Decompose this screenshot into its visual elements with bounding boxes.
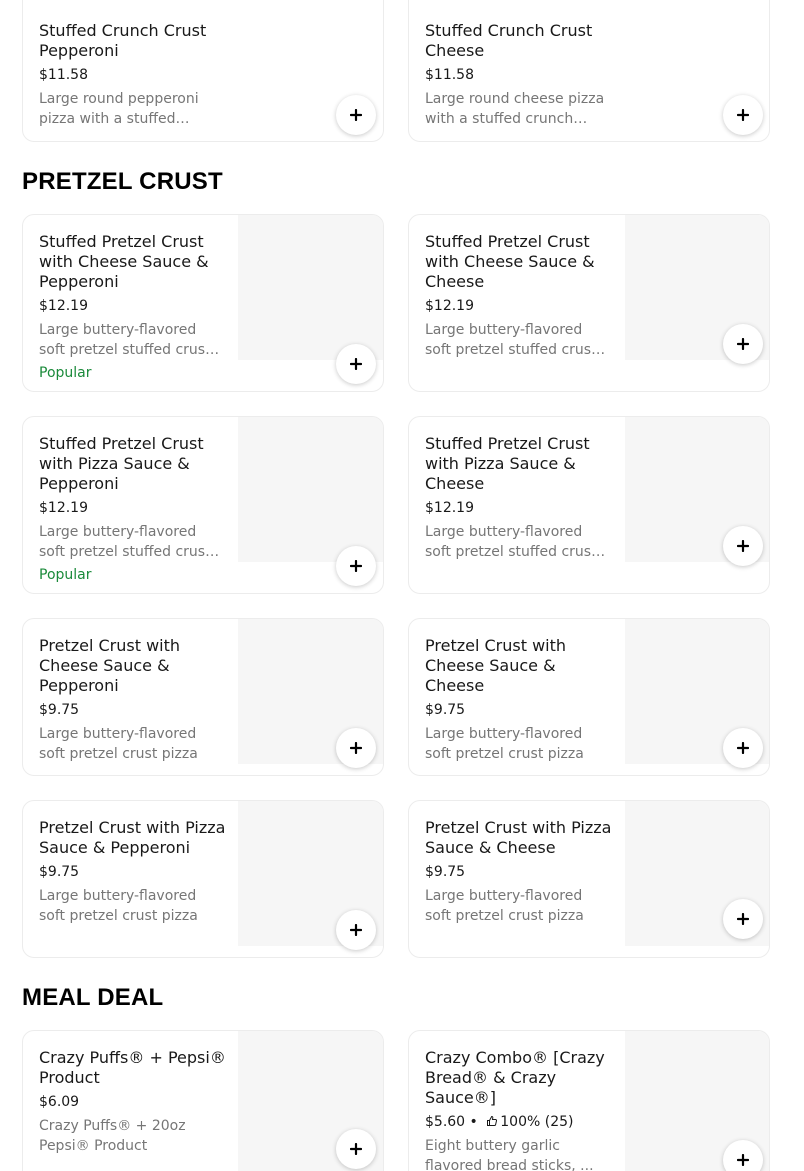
menu-item-card[interactable]: Stuffed Pretzel Crust with Pizza Sauce &…: [408, 416, 770, 594]
menu-item-card[interactable]: Crazy Combo® [Crazy Bread® & Crazy Sauce…: [408, 1030, 770, 1171]
item-name: Stuffed Crunch Crust Pepperoni: [39, 21, 207, 60]
section-title-meal-deal: MEAL DEAL: [22, 984, 164, 1011]
add-to-cart-button[interactable]: [336, 344, 376, 384]
menu-item-card[interactable]: Stuffed Crunch Crust Pepperoni $11.58 La…: [22, 0, 384, 142]
separator-dot: •: [469, 1114, 483, 1130]
item-price: $12.19: [425, 500, 474, 516]
item-description: Large buttery-flavored soft pretzel stuf…: [425, 524, 597, 560]
item-name: Stuffed Pretzel Crust with Pizza Sauce &…: [425, 434, 590, 493]
item-name: Stuffed Crunch Crust Cheese: [425, 21, 593, 60]
item-rating: 100% (25): [500, 1114, 574, 1130]
item-price: $12.19: [425, 298, 474, 314]
item-description: Large round pepperoni pizza with a stuff…: [39, 91, 199, 127]
item-price: $9.75: [39, 864, 80, 880]
plus-icon: [737, 109, 749, 121]
menu-item-card[interactable]: Stuffed Pretzel Crust with Cheese Sauce …: [408, 214, 770, 392]
plus-icon: [737, 1154, 749, 1166]
item-name: Pretzel Crust with Cheese Sauce & Pepper…: [39, 636, 181, 695]
plus-icon: [737, 742, 749, 754]
item-price: $6.09: [39, 1094, 80, 1110]
menu-item-card[interactable]: Pretzel Crust with Cheese Sauce & Cheese…: [408, 618, 770, 776]
item-name: Stuffed Pretzel Crust with Cheese Sauce …: [39, 232, 209, 291]
plus-icon: [350, 560, 362, 572]
add-to-cart-button[interactable]: [723, 728, 763, 768]
item-price: $11.58: [425, 67, 474, 83]
item-price: $12.19: [39, 500, 88, 516]
menu-item-card[interactable]: Stuffed Pretzel Crust with Pizza Sauce &…: [22, 416, 384, 594]
item-description: Crazy Puffs® + 20oz Pepsi® Product: [39, 1118, 186, 1154]
add-to-cart-button[interactable]: [336, 910, 376, 950]
item-name: Crazy Puffs® + Pepsi® Product: [39, 1048, 226, 1087]
item-price: $12.19: [39, 298, 88, 314]
add-to-cart-button[interactable]: [336, 728, 376, 768]
item-price-rating: $5.60 • 100% (25): [425, 1113, 615, 1131]
menu-item-card[interactable]: Pretzel Crust with Pizza Sauce & Cheese …: [408, 800, 770, 958]
item-name: Stuffed Pretzel Crust with Pizza Sauce &…: [39, 434, 204, 493]
item-description: Eight buttery garlic flavored bread stic…: [425, 1138, 594, 1171]
section-title-pretzel-crust: PRETZEL CRUST: [22, 168, 223, 195]
plus-icon: [350, 109, 362, 121]
item-description: Large buttery-flavored soft pretzel crus…: [425, 888, 584, 924]
item-price: $5.60: [425, 1114, 466, 1130]
menu-item-card[interactable]: Stuffed Pretzel Crust with Cheese Sauce …: [22, 214, 384, 392]
item-description: Large buttery-flavored soft pretzel stuf…: [39, 322, 211, 358]
add-to-cart-button[interactable]: [723, 526, 763, 566]
plus-icon: [350, 1143, 362, 1155]
add-to-cart-button[interactable]: [336, 546, 376, 586]
item-price: $9.75: [425, 864, 466, 880]
item-description: Large buttery-flavored soft pretzel stuf…: [39, 524, 211, 560]
plus-icon: [350, 742, 362, 754]
menu-item-card[interactable]: Pretzel Crust with Cheese Sauce & Pepper…: [22, 618, 384, 776]
plus-icon: [737, 540, 749, 552]
menu-item-card[interactable]: Pretzel Crust with Pizza Sauce & Peppero…: [22, 800, 384, 958]
plus-icon: [737, 338, 749, 350]
add-to-cart-button[interactable]: [336, 95, 376, 135]
item-price: $9.75: [39, 702, 80, 718]
menu-item-card[interactable]: Stuffed Crunch Crust Cheese $11.58 Large…: [408, 0, 770, 142]
item-description: Large round cheese pizza with a stuffed …: [425, 91, 605, 127]
item-name: Pretzel Crust with Cheese Sauce & Cheese: [425, 636, 567, 695]
item-description: Large buttery-flavored soft pretzel crus…: [425, 726, 584, 762]
item-image: [238, 417, 383, 562]
plus-icon: [737, 913, 749, 925]
item-description: Large buttery-flavored soft pretzel crus…: [39, 888, 198, 924]
item-name: Crazy Combo® [Crazy Bread® & Crazy Sauce…: [425, 1048, 605, 1107]
item-description: Large buttery-flavored soft pretzel crus…: [39, 726, 198, 762]
popular-badge: Popular: [39, 567, 92, 583]
item-price: $9.75: [425, 702, 466, 718]
plus-icon: [350, 924, 362, 936]
add-to-cart-button[interactable]: [723, 95, 763, 135]
item-name: Pretzel Crust with Pizza Sauce & Cheese: [425, 818, 612, 857]
item-name: Stuffed Pretzel Crust with Cheese Sauce …: [425, 232, 595, 291]
add-to-cart-button[interactable]: [336, 1129, 376, 1169]
popular-badge: Popular: [39, 365, 92, 381]
item-image: [238, 215, 383, 360]
item-description: Large buttery-flavored soft pretzel stuf…: [425, 322, 597, 358]
menu-item-card[interactable]: Crazy Puffs® + Pepsi® Product $6.09 Craz…: [22, 1030, 384, 1171]
add-to-cart-button[interactable]: [723, 324, 763, 364]
add-to-cart-button[interactable]: [723, 899, 763, 939]
item-name: Pretzel Crust with Pizza Sauce & Peppero…: [39, 818, 226, 857]
plus-icon: [350, 358, 362, 370]
item-price: $11.58: [39, 67, 88, 83]
thumbs-up-icon: [487, 1115, 498, 1126]
